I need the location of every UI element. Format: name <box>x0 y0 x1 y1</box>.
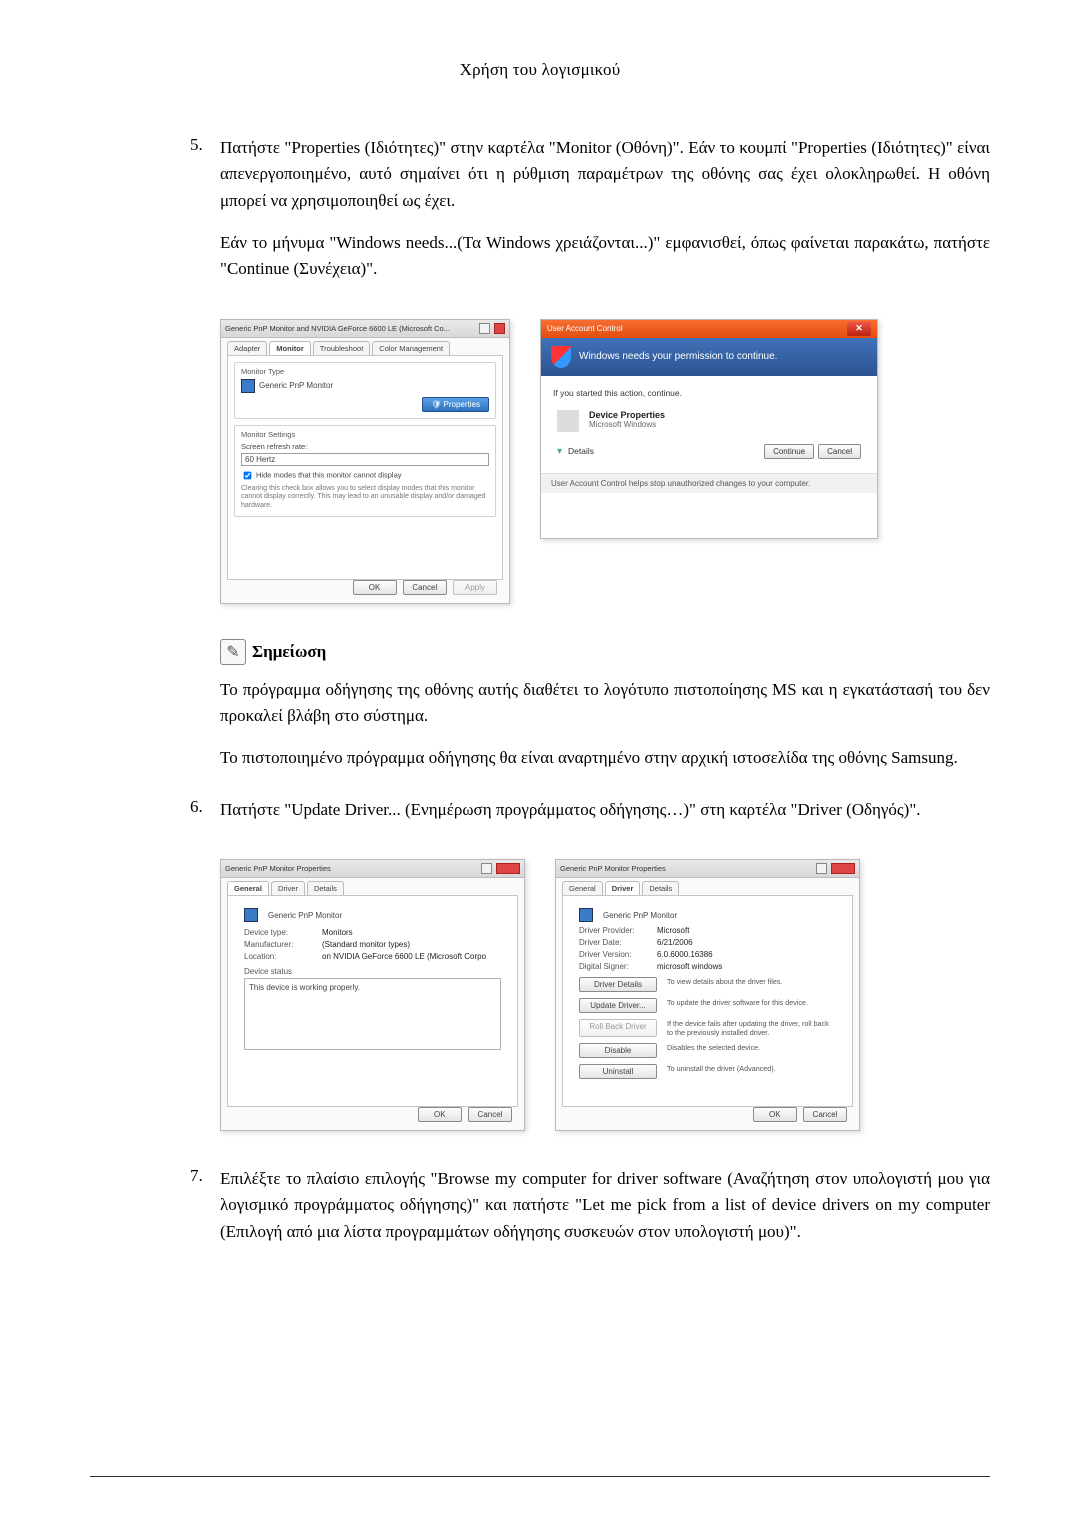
details-link[interactable]: Details <box>568 446 594 456</box>
rollback-driver-desc: If the device fails after updating the d… <box>667 1019 836 1037</box>
hide-modes-label: Hide modes that this monitor cannot disp… <box>256 470 402 479</box>
uninstall-button[interactable]: Uninstall <box>579 1064 657 1079</box>
cancel-button[interactable]: Cancel <box>818 444 861 459</box>
cancel-button[interactable]: Cancel <box>468 1107 512 1122</box>
driver-properties-driver: Generic PnP Monitor Properties General D… <box>555 859 860 1131</box>
monitor-icon <box>579 908 593 922</box>
continue-button[interactable]: Continue <box>764 444 814 459</box>
tab-troubleshoot[interactable]: Troubleshoot <box>313 341 371 355</box>
window-title: Generic PnP Monitor Properties <box>225 864 477 873</box>
hide-modes-checkbox[interactable] <box>244 471 252 479</box>
step-number-6: 6. <box>190 797 220 839</box>
tab-general[interactable]: General <box>562 881 603 895</box>
device-name: Generic PnP Monitor <box>603 911 677 920</box>
apply-button[interactable]: Apply <box>453 580 497 595</box>
device-status-text: This device is working properly. <box>244 978 501 1050</box>
tab-details[interactable]: Details <box>307 881 344 895</box>
uac-item-sub: Microsoft Windows <box>589 420 665 429</box>
tab-adapter[interactable]: Adapter <box>227 341 267 355</box>
step7-para: Επιλέξτε το πλαίσιο επιλογής "Browse my … <box>220 1166 990 1245</box>
update-driver-button[interactable]: Update Driver... <box>579 998 657 1013</box>
value-driver-version: 6.0.6000.16386 <box>657 950 713 959</box>
disable-desc: Disables the selected device. <box>667 1043 836 1058</box>
note-para1: Το πρόγραμμα οδήγησης της οθόνης αυτής δ… <box>220 677 990 730</box>
step-number-7: 7. <box>190 1166 220 1261</box>
monitor-settings-label: Monitor Settings <box>241 430 489 439</box>
help-icon[interactable] <box>479 323 490 334</box>
uac-item-title: Device Properties <box>589 410 665 420</box>
update-driver-desc: To update the driver software for this d… <box>667 998 836 1013</box>
label-digital-signer: Digital Signer: <box>579 962 649 971</box>
tab-monitor[interactable]: Monitor <box>269 341 311 355</box>
ok-button[interactable]: OK <box>418 1107 462 1122</box>
uac-if-started: If you started this action, continue. <box>553 388 865 398</box>
shield-icon <box>551 346 571 368</box>
uac-dialog: User Account Control ✕ Windows needs you… <box>540 319 878 539</box>
step5-para2: Εάν το μήνυμα "Windows needs...(Τα Windo… <box>220 230 990 283</box>
refresh-rate-dropdown[interactable]: 60 Hertz <box>241 453 489 466</box>
label-location: Location: <box>244 952 314 961</box>
value-driver-date: 6/21/2006 <box>657 938 693 947</box>
value-location: on NVIDIA GeForce 6600 LE (Microsoft Cor… <box>322 952 486 961</box>
note-title: Σημείωση <box>252 642 326 662</box>
value-device-type: Monitors <box>322 928 353 937</box>
value-digital-signer: microsoft windows <box>657 962 722 971</box>
uninstall-desc: To uninstall the driver (Advanced). <box>667 1064 836 1079</box>
uac-banner-text: Windows needs your permission to continu… <box>579 351 777 362</box>
help-icon[interactable] <box>816 863 827 874</box>
step6-para: Πατήστε "Update Driver... (Ενημέρωση προ… <box>220 797 921 823</box>
uac-title: User Account Control <box>547 324 623 333</box>
close-icon[interactable]: ✕ <box>847 322 871 336</box>
value-driver-provider: Microsoft <box>657 926 689 935</box>
ok-button[interactable]: OK <box>753 1107 797 1122</box>
label-driver-date: Driver Date: <box>579 938 649 947</box>
program-icon <box>557 410 579 432</box>
disable-button[interactable]: Disable <box>579 1043 657 1058</box>
value-manufacturer: (Standard monitor types) <box>322 940 410 949</box>
label-driver-provider: Driver Provider: <box>579 926 649 935</box>
tab-driver[interactable]: Driver <box>605 881 641 895</box>
monitor-type-label: Monitor Type <box>241 367 489 376</box>
refresh-rate-label: Screen refresh rate: <box>241 442 489 451</box>
label-manufacturer: Manufacturer: <box>244 940 314 949</box>
ok-button[interactable]: OK <box>353 580 397 595</box>
tabs: Adapter Monitor Troubleshoot Color Manag… <box>221 338 509 355</box>
step-number-5: 5. <box>190 135 220 299</box>
label-device-type: Device type: <box>244 928 314 937</box>
close-icon[interactable] <box>494 323 505 334</box>
tab-general[interactable]: General <box>227 881 269 895</box>
monitor-icon <box>241 379 255 393</box>
window-title: Generic PnP Monitor and NVIDIA GeForce 6… <box>225 324 475 333</box>
note-para2: Το πιστοποιημένο πρόγραμμα οδήγησης θα ε… <box>220 745 990 771</box>
driver-details-button[interactable]: Driver Details <box>579 977 657 992</box>
tab-color-management[interactable]: Color Management <box>372 341 450 355</box>
help-icon[interactable] <box>481 863 492 874</box>
monitor-name: Generic PnP Monitor <box>259 381 333 390</box>
uac-footer-text: User Account Control helps stop unauthor… <box>541 473 877 493</box>
tab-details[interactable]: Details <box>642 881 679 895</box>
monitor-properties-window: Generic PnP Monitor and NVIDIA GeForce 6… <box>220 319 510 604</box>
rollback-driver-button[interactable]: Roll Back Driver <box>579 1019 657 1037</box>
driver-details-desc: To view details about the driver files. <box>667 977 836 992</box>
note-icon: ✎ <box>220 639 246 665</box>
monitor-icon <box>244 908 258 922</box>
device-name: Generic PnP Monitor <box>268 911 342 920</box>
window-title: Generic PnP Monitor Properties <box>560 864 812 873</box>
cancel-button[interactable]: Cancel <box>403 580 447 595</box>
device-status-label: Device status <box>244 967 501 976</box>
page-title: Χρήση του λογισμικού <box>90 60 990 80</box>
cancel-button[interactable]: Cancel <box>803 1107 847 1122</box>
hide-modes-desc: Clearing this check box allows you to se… <box>241 485 489 510</box>
properties-button[interactable]: Properties <box>422 397 489 412</box>
chevron-down-icon[interactable]: ▾ <box>557 446 562 457</box>
step5-para1: Πατήστε "Properties (Ιδιότητες)" στην κα… <box>220 135 990 214</box>
close-icon[interactable] <box>496 863 520 874</box>
label-driver-version: Driver Version: <box>579 950 649 959</box>
footer-divider <box>90 1476 990 1477</box>
tab-driver[interactable]: Driver <box>271 881 305 895</box>
close-icon[interactable] <box>831 863 855 874</box>
driver-properties-general: Generic PnP Monitor Properties General D… <box>220 859 525 1131</box>
